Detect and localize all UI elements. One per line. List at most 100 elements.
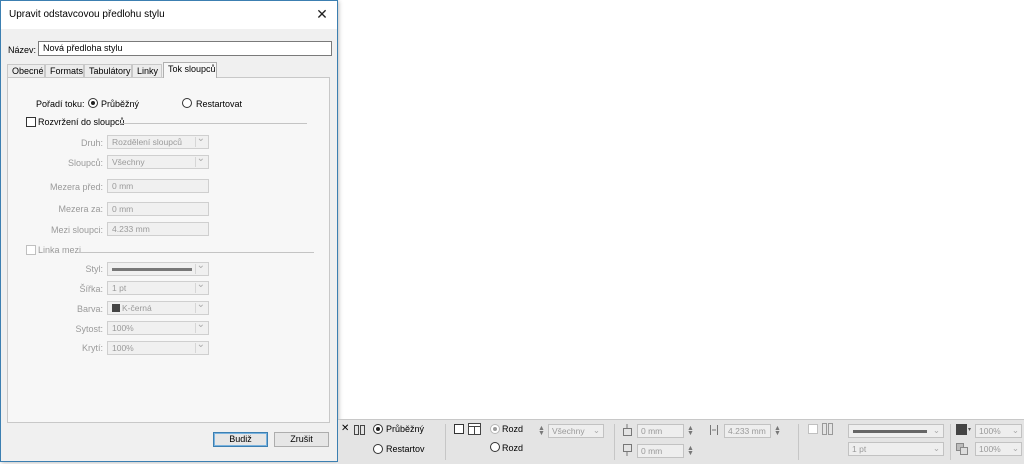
columns-stepper[interactable]: ▲ ▼ [538,425,545,437]
space-before-input[interactable]: 0 mm [107,179,209,193]
continuous-label-bar: Průběžný [386,424,425,434]
tab-rules[interactable]: Linky [132,64,162,78]
space-after-input[interactable]: 0 mm [107,202,209,216]
ok-button[interactable]: Budiž [213,432,268,447]
close-icon[interactable]: ✕ [309,3,335,25]
control-bar: ✕ Průběžný Restartov Rozd Rozd ▲ ▼ Všechn… [338,419,1024,464]
restart-radio-bar[interactable] [373,444,383,454]
rule-width-value: 1 pt [112,283,127,293]
tab-formats[interactable]: Formats [45,64,84,78]
rule-color-label: Barva: [76,304,103,314]
space-after-input-bar[interactable]: 0 mm [637,444,684,458]
span-label: Rozd [502,424,524,434]
columns-dropdown-bar[interactable]: Všechny ⌄ [548,424,604,438]
rule-opacity-dropdown[interactable]: 100% [107,341,209,355]
divider [614,424,615,460]
opacity-dropdown-bar[interactable]: 100% ⌄ [975,442,1022,456]
rule-tint-label: Sytost: [75,324,103,334]
rule-style-sample-bar [853,430,927,433]
gutter-stepper[interactable]: ▲ ▼ [774,425,781,437]
paragraph-style-dialog: Upravit odstavcovou předlohu stylu ✕ Náz… [0,0,338,462]
chevron-down-icon: ⌄ [592,425,600,435]
rule-style-label: Styl: [85,264,103,274]
flow-order-label: Pořadí toku: [36,99,85,109]
column-flow-panel: Pořadí toku: Průběžný Restartovat Rozvrž… [7,77,330,423]
rule-between-checkbox-bar[interactable] [808,424,818,434]
rule-between-checkbox[interactable] [26,245,36,255]
color-swatch-bar[interactable] [956,424,967,435]
gutter-label: Mezi sloupci: [50,225,103,235]
name-label: Název: [8,45,37,55]
column-layout-checkbox[interactable] [26,117,36,127]
space-after-stepper[interactable]: ▲ ▼ [687,445,694,457]
columns-dropdown-bar-value: Všechny [552,426,585,436]
gutter-input-bar[interactable]: 4.233 mm [724,424,771,438]
rule-width-dropdown[interactable]: 1 pt [107,281,209,295]
opacity-bar-value: 100% [979,444,1001,454]
space-before-stepper[interactable]: ▲ ▼ [687,425,694,437]
type-value: Rozdělení sloupců [112,137,182,147]
column-layout-label: Rozvržení do sloupců [38,117,125,127]
column-layout-checkbox-bar[interactable] [454,424,464,434]
columns-count-dropdown[interactable]: Všechny [107,155,209,169]
dialog-title: Upravit odstavcovou předlohu stylu [9,9,165,20]
space-after-icon [623,444,632,456]
dropdown-divider [195,323,196,333]
rule-width-label: Šířka: [79,284,103,294]
dropdown-divider [195,157,196,167]
rule-between-label: Linka mezi [38,245,82,255]
tab-column-flow[interactable]: Tok sloupců [163,62,217,78]
divider [950,424,951,460]
dropdown-divider [195,137,196,147]
restart-radio[interactable] [182,98,192,108]
rule-tint-value: 100% [112,323,134,333]
divider [445,424,446,460]
type-dropdown[interactable]: Rozdělení sloupců [107,135,209,149]
style-name-input[interactable]: Nová předloha stylu [38,41,332,56]
swatch-menu-icon[interactable]: ▾ [968,426,971,433]
rule-color-value: K-černá [122,303,152,313]
dialog-titlebar[interactable]: Upravit odstavcovou předlohu stylu ✕ [1,1,337,29]
tab-general[interactable]: Obecné [7,64,45,78]
dropdown-divider [195,264,196,274]
gutter-input[interactable]: 4.233 mm [107,222,209,236]
tint-bar-value: 100% [979,426,1001,436]
rule-tint-dropdown[interactable]: 100% [107,321,209,335]
opacity-icon [956,443,968,455]
rule-width-bar-value: 1 pt [852,444,867,454]
gutter-icon [710,425,718,435]
rule-style-dropdown-bar[interactable]: ⌄ [848,424,944,438]
dropdown-divider [195,303,196,313]
divider [798,424,799,460]
rule-style-sample [112,268,192,271]
restart-label: Restartovat [196,99,243,109]
rule-opacity-label: Krytí: [81,343,103,353]
split-radio[interactable] [490,442,500,452]
span-radio[interactable] [490,424,500,434]
color-swatch [112,304,120,312]
space-after-label: Mezera za: [58,204,103,214]
columns-count-label: Sloupců: [67,158,103,168]
space-before-input-bar[interactable]: 0 mm [637,424,684,438]
space-before-label: Mezera před: [49,182,103,192]
rule-style-dropdown[interactable] [107,262,209,276]
cancel-button[interactable]: Zrušit [274,432,329,447]
tab-tabs[interactable]: Tabulátory [84,64,132,78]
columns-icon [354,425,365,435]
dropdown-divider [195,343,196,353]
close-panel-icon[interactable]: ✕ [341,423,349,434]
continuous-radio-bar[interactable] [373,424,383,434]
chevron-down-icon: ⌄ [1011,443,1019,453]
continuous-radio[interactable] [88,98,98,108]
restart-label-bar: Restartov [386,444,425,454]
split-label: Rozd [502,443,524,453]
continuous-label: Průběžný [101,99,140,109]
columns-count-value: Všechny [112,157,145,167]
tint-dropdown-bar[interactable]: 100% ⌄ [975,424,1022,438]
space-before-icon [623,424,632,436]
chevron-down-icon: ⌄ [932,425,940,435]
section-divider [119,123,307,124]
rule-width-dropdown-bar[interactable]: 1 pt ⌄ [848,442,944,456]
type-label: Druh: [80,138,103,148]
rule-color-dropdown[interactable]: K-černá [107,301,209,315]
